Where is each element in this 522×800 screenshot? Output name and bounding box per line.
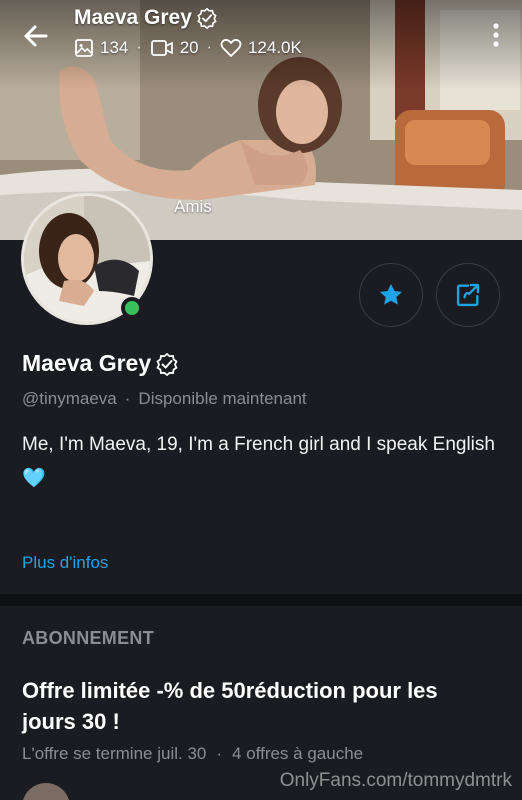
online-status-dot	[121, 297, 143, 319]
bio-truncated-fade	[22, 528, 502, 544]
likes-count: 124.0K	[247, 38, 302, 57]
cover-caption: Amis	[174, 197, 212, 216]
share-icon	[456, 283, 480, 307]
verified-badge-icon	[197, 7, 217, 29]
offers-left: 4 offres à gauche	[232, 744, 364, 763]
videos-stat[interactable]: 20	[150, 38, 199, 58]
watermark: OnlyFans.com/tommydmtrk	[279, 770, 512, 791]
photos-stat[interactable]: 134	[74, 38, 128, 58]
likes-stat: 124.0K	[220, 38, 302, 58]
profile-screen: Maeva Grey 134 · 20 · 124.0K Amis Maeva …	[0, 0, 522, 800]
separator-dot: ·	[206, 39, 212, 56]
more-info-link[interactable]: Plus d'infos	[22, 553, 108, 573]
back-button[interactable]	[18, 18, 54, 54]
profile-name-text: Maeva Grey	[22, 350, 152, 376]
separator-dot: ·	[124, 389, 131, 408]
section-divider	[0, 594, 522, 606]
share-button[interactable]	[436, 263, 500, 327]
more-menu-button[interactable]	[492, 22, 500, 48]
username: @tinymaeva	[22, 389, 117, 408]
more-vertical-icon	[493, 23, 499, 47]
photos-count: 134	[100, 38, 129, 57]
header-name: Maeva Grey	[74, 6, 218, 30]
header-name-text: Maeva Grey	[74, 6, 192, 29]
profile-bio: Me, I'm Maeva, 19, I'm a French girl and…	[22, 434, 495, 489]
offer-details: L'offre se termine juil. 30 · 4 offres à…	[22, 744, 363, 764]
video-icon	[150, 40, 173, 56]
image-icon	[75, 39, 93, 57]
profile-name: Maeva Grey	[22, 350, 179, 377]
offer-end-date: L'offre se termine juil. 30	[22, 744, 207, 763]
separator-dot: ·	[136, 39, 142, 56]
offer-title: Offre limitée -% de 50réduction pour les…	[22, 678, 438, 734]
availability-status: Disponible maintenant	[138, 389, 307, 408]
star-icon	[379, 283, 403, 305]
bottom-avatar-peek	[22, 783, 70, 800]
favorite-button[interactable]	[359, 263, 423, 327]
separator-dot: ·	[216, 744, 223, 763]
subscription-section-title: ABONNEMENT	[22, 628, 154, 648]
videos-count: 20	[179, 38, 199, 57]
heart-icon	[220, 38, 242, 57]
arrow-left-icon	[24, 25, 48, 47]
verified-badge-icon	[156, 352, 178, 376]
header-stats: 134 · 20 · 124.0K	[74, 38, 302, 58]
profile-subline: @tinymaeva · Disponible maintenant	[22, 389, 307, 409]
